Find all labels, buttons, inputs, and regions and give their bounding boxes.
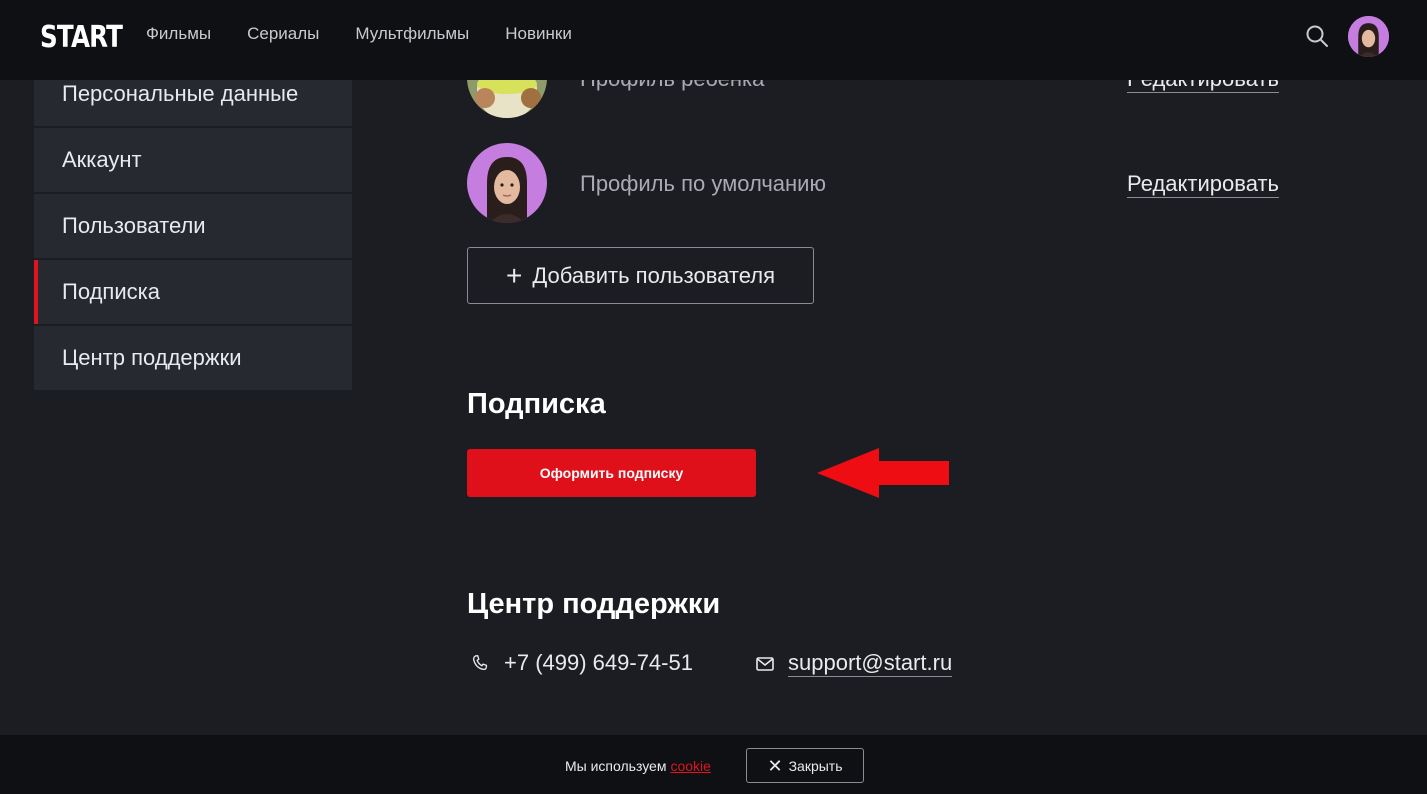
add-user-label: Добавить пользователя bbox=[532, 262, 775, 288]
sidebar-item-account[interactable]: Аккаунт bbox=[34, 128, 352, 192]
phone-icon bbox=[472, 655, 488, 671]
close-label: Закрыть bbox=[788, 757, 843, 774]
support-phone[interactable]: +7 (499) 649-74-51 bbox=[470, 650, 693, 676]
cookie-close-button[interactable]: ✕ Закрыть bbox=[746, 748, 864, 783]
sidebar-item-users[interactable]: Пользователи bbox=[34, 194, 352, 258]
search-icon[interactable] bbox=[1305, 24, 1329, 48]
user-avatar[interactable] bbox=[1348, 16, 1389, 57]
top-header: START Фильмы Сериалы Мультфильмы Новинки bbox=[0, 0, 1427, 80]
support-title: Центр поддержки bbox=[467, 588, 721, 620]
cookie-bar: Мы используем cookie ✕ Закрыть bbox=[0, 735, 1427, 794]
subscribe-button[interactable]: Оформить подписку bbox=[467, 449, 756, 497]
subscription-title: Подписка bbox=[467, 388, 606, 420]
mail-icon bbox=[756, 656, 774, 671]
nav-item-films[interactable]: Фильмы bbox=[146, 24, 211, 44]
nav-item-series[interactable]: Сериалы bbox=[247, 24, 319, 44]
add-user-button[interactable]: + Добавить пользователя bbox=[467, 247, 814, 304]
edit-default-profile-link[interactable]: Редактировать bbox=[1127, 171, 1279, 198]
sidebar-item-label: Аккаунт bbox=[62, 147, 142, 172]
plus-icon: + bbox=[505, 259, 523, 291]
nav-item-cartoons[interactable]: Мультфильмы bbox=[355, 24, 469, 44]
start-logo[interactable]: START bbox=[40, 20, 123, 55]
main-nav: Фильмы Сериалы Мультфильмы Новинки bbox=[146, 24, 608, 44]
default-profile-avatar[interactable] bbox=[467, 143, 547, 223]
cookie-link[interactable]: cookie bbox=[670, 758, 710, 774]
email-link[interactable]: support@start.ru bbox=[788, 650, 953, 677]
sidebar-item-support[interactable]: Центр поддержки bbox=[34, 326, 352, 390]
sidebar-item-label: Персональные данные bbox=[62, 81, 299, 106]
nav-item-new[interactable]: Новинки bbox=[505, 24, 572, 44]
support-email[interactable]: support@start.ru bbox=[756, 650, 953, 677]
page: Профиль ребенка Редактировать Профиль по… bbox=[0, 0, 1427, 794]
profile-name: Профиль по умолчанию bbox=[580, 171, 826, 196]
phone-number: +7 (499) 649-74-51 bbox=[504, 650, 693, 675]
sidebar: Персональные данные Аккаунт Пользователи… bbox=[34, 60, 352, 392]
cookie-text: Мы используем bbox=[565, 758, 667, 774]
sidebar-item-label: Пользователи bbox=[62, 213, 206, 238]
close-icon: ✕ bbox=[767, 755, 783, 776]
sidebar-item-subscription[interactable]: Подписка bbox=[34, 260, 352, 324]
sidebar-item-label: Центр поддержки bbox=[62, 345, 242, 370]
sidebar-item-label: Подписка bbox=[62, 279, 160, 304]
red-arrow-annotation-icon bbox=[817, 448, 949, 498]
profile-row-default: Профиль по умолчанию Редактировать bbox=[467, 143, 1279, 223]
cookie-message: Мы используем cookie bbox=[565, 758, 711, 774]
